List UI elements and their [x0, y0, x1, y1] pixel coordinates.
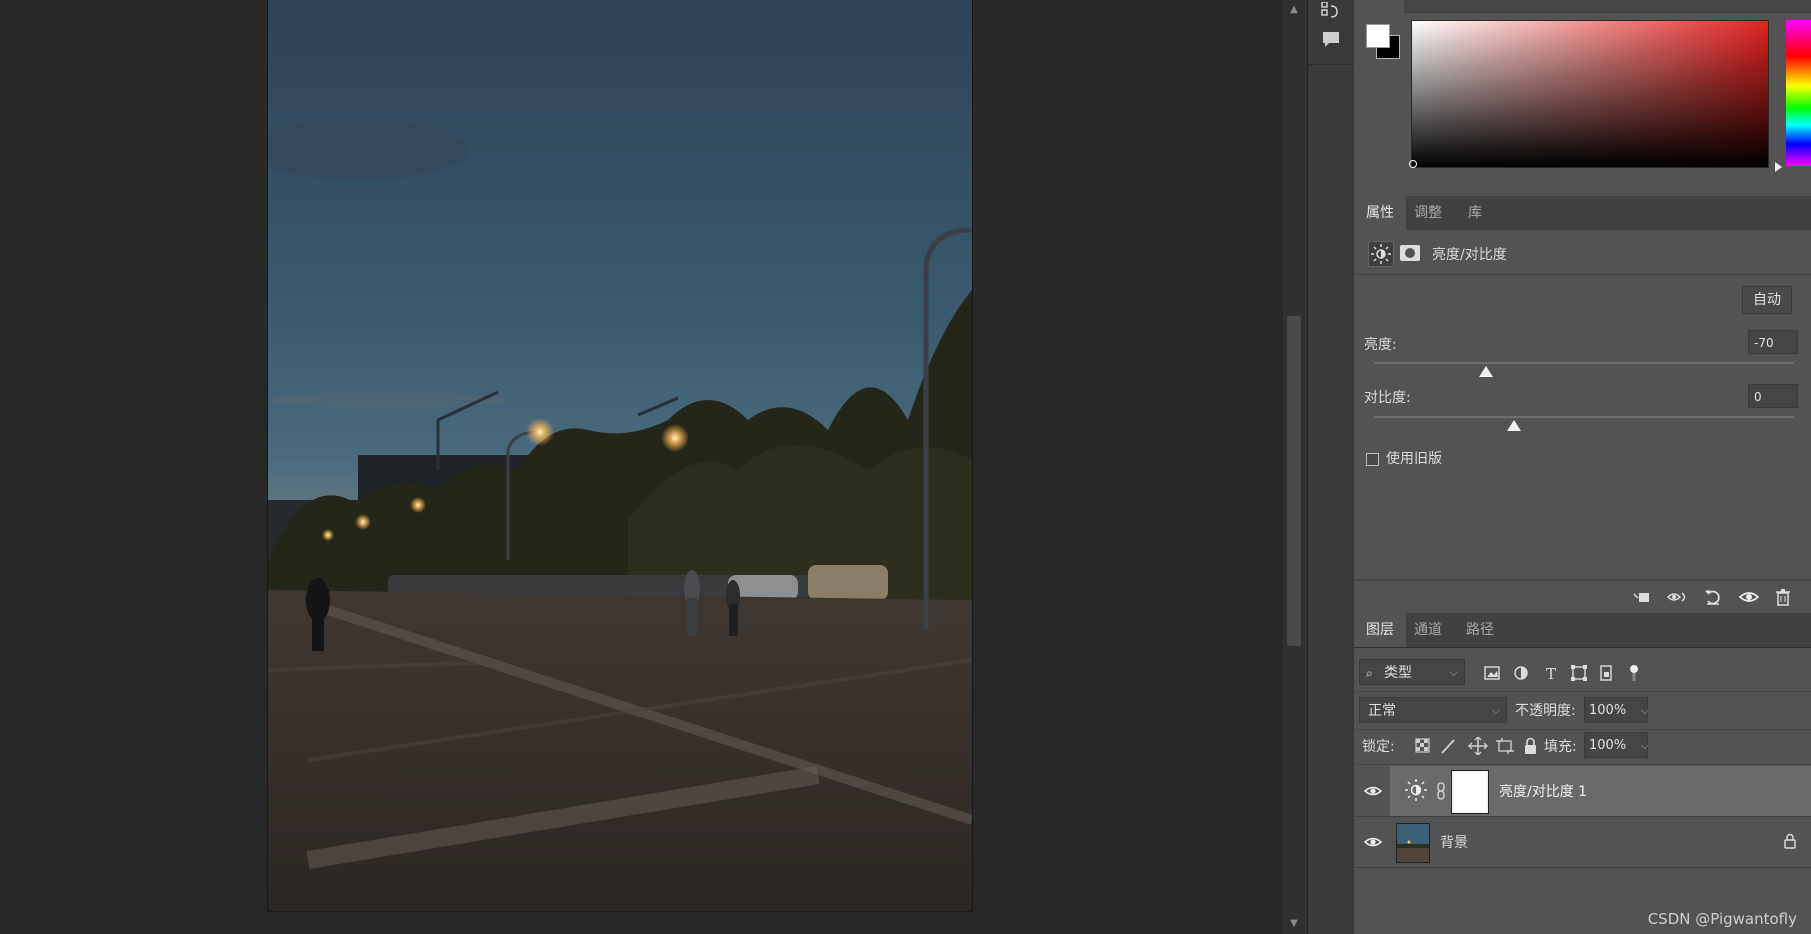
reset-adjustment-icon[interactable]	[1702, 586, 1724, 608]
tab-adjustments[interactable]: 调整	[1402, 196, 1454, 230]
collapsed-panel-strip	[1307, 0, 1355, 934]
opacity-value: 100%	[1589, 703, 1627, 718]
scrollbar-thumb[interactable]	[1287, 316, 1301, 646]
search-icon: ⌕	[1366, 666, 1373, 680]
tab-channels[interactable]: 通道	[1402, 613, 1454, 647]
fill-input[interactable]: 100% ⌵	[1584, 732, 1649, 758]
tab-libraries[interactable]: 库	[1456, 196, 1494, 230]
brightness-slider-track[interactable]	[1374, 362, 1794, 364]
brightness-label: 亮度:	[1364, 337, 1397, 353]
auto-button[interactable]: 自动	[1742, 286, 1792, 314]
document-canvas-area[interactable]	[0, 0, 1283, 934]
clip-to-layer-icon[interactable]	[1630, 586, 1652, 608]
blend-mode-dropdown[interactable]: 正常 ⌵	[1359, 697, 1507, 723]
brightness-contrast-icon	[1368, 241, 1394, 267]
watermark-text: CSDN @Pigwantofly	[1647, 910, 1797, 928]
delete-adjustment-icon[interactable]	[1772, 586, 1794, 608]
color-picker-cursor[interactable]	[1409, 160, 1417, 168]
opacity-input[interactable]: 100% ⌵	[1584, 697, 1649, 723]
scroll-up-arrow-icon[interactable]: ▲	[1287, 4, 1301, 18]
brightness-contrast-layer-icon	[1404, 778, 1428, 802]
view-previous-state-icon[interactable]	[1666, 586, 1688, 608]
layer-visibility-eye-icon[interactable]	[1363, 782, 1383, 800]
svg-text:T: T	[1546, 665, 1556, 683]
night-street-photo	[268, 0, 972, 911]
foreground-color-swatch[interactable]	[1366, 24, 1390, 48]
comments-icon[interactable]	[1320, 30, 1342, 50]
lock-options-icons[interactable]	[1414, 736, 1544, 756]
color-panel-header	[1404, 0, 1811, 13]
layer-visibility-eye-icon[interactable]	[1363, 833, 1383, 851]
layer-name[interactable]: 背景	[1440, 832, 1468, 852]
fill-value: 100%	[1589, 738, 1627, 753]
layer-row-brightness-contrast[interactable]: 亮度/对比度 1	[1354, 766, 1811, 817]
contrast-value-input[interactable]: 0	[1748, 384, 1798, 408]
layer-name[interactable]: 亮度/对比度 1	[1499, 781, 1587, 801]
chevron-down-icon: ⌵	[1449, 666, 1458, 679]
layer-row-background[interactable]: 背景	[1354, 817, 1811, 868]
background-layer-thumbnail[interactable]	[1396, 823, 1430, 863]
legacy-checkbox[interactable]	[1366, 453, 1379, 466]
properties-tabbar: 属性 调整 库	[1354, 196, 1811, 231]
document-image[interactable]	[268, 0, 972, 911]
color-saturation-brightness-field[interactable]	[1411, 20, 1769, 168]
layer-mask-icon[interactable]	[1400, 245, 1420, 261]
adjustment-title: 亮度/对比度	[1432, 247, 1507, 263]
chevron-down-icon: ⌵	[1640, 739, 1649, 752]
layer-filter-kind: 类型	[1384, 665, 1412, 681]
contrast-label: 对比度:	[1364, 390, 1411, 406]
right-panel-dock: 属性 调整 库 亮度/对比度 自动 亮度: -70 对比度: 0 使用旧版 图层…	[1354, 0, 1811, 934]
legacy-checkbox-label[interactable]: 使用旧版	[1386, 448, 1442, 468]
mask-link-chain-icon[interactable]	[1436, 782, 1446, 800]
layer-filter-icons: T	[1484, 663, 1644, 683]
layer-filter-dropdown[interactable]: ⌕ 类型 ⌵	[1359, 659, 1465, 685]
layers-tabbar: 图层 通道 路径	[1354, 613, 1811, 648]
blend-mode-value: 正常	[1368, 703, 1396, 719]
color-panel	[1354, 0, 1811, 196]
toggle-visibility-icon[interactable]	[1738, 586, 1760, 608]
tab-paths[interactable]: 路径	[1454, 613, 1506, 647]
tab-layers[interactable]: 图层	[1354, 613, 1406, 647]
canvas-vertical-scrollbar[interactable]: ▲ ▼	[1283, 0, 1307, 934]
properties-footer	[1354, 580, 1811, 613]
layer-mask-thumbnail[interactable]	[1452, 771, 1488, 813]
opacity-label: 不透明度:	[1515, 703, 1576, 719]
fill-label: 填充:	[1544, 739, 1577, 755]
history-icon[interactable]	[1320, 1, 1340, 18]
lock-label: 锁定:	[1362, 739, 1395, 755]
brightness-slider-thumb[interactable]	[1479, 366, 1493, 377]
contrast-slider-track[interactable]	[1374, 416, 1794, 418]
hue-pointer-icon[interactable]	[1775, 162, 1782, 172]
chevron-down-icon: ⌵	[1640, 704, 1649, 717]
properties-panel-body: 亮度/对比度 自动 亮度: -70 对比度: 0 使用旧版	[1354, 230, 1811, 580]
layer-lock-icon[interactable]	[1783, 833, 1797, 849]
brightness-value-input[interactable]: -70	[1748, 330, 1798, 354]
hue-slider-strip[interactable]	[1786, 20, 1811, 166]
contrast-slider-thumb[interactable]	[1507, 420, 1521, 431]
chevron-down-icon: ⌵	[1491, 704, 1500, 717]
tab-properties[interactable]: 属性	[1354, 196, 1406, 230]
scroll-down-arrow-icon[interactable]: ▼	[1287, 918, 1301, 932]
